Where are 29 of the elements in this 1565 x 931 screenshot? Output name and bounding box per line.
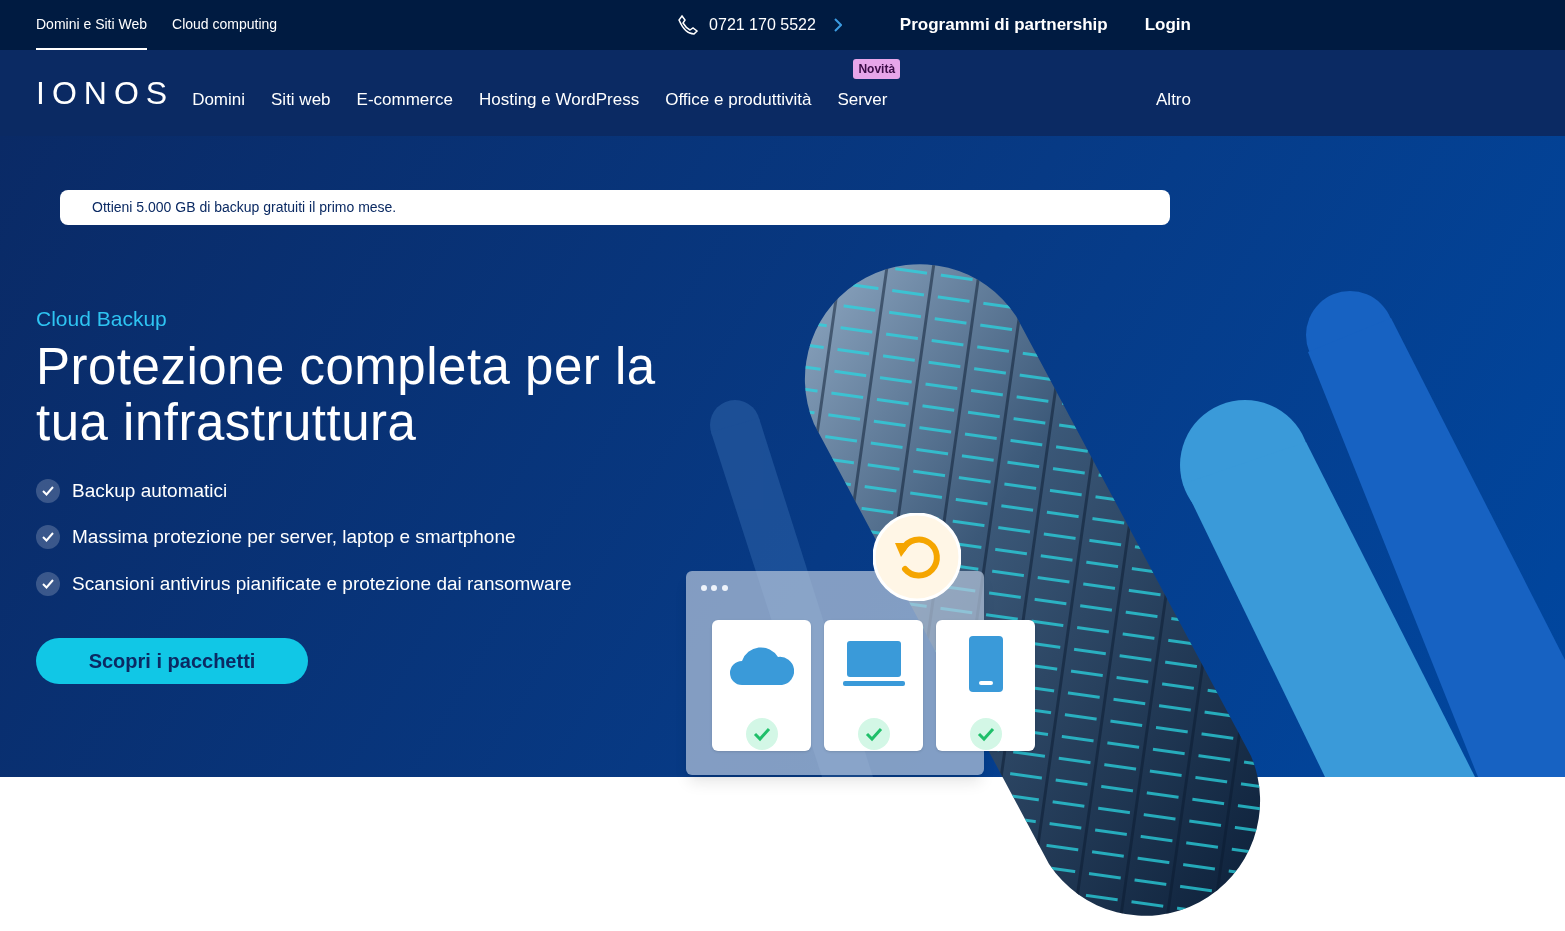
laptop-icon xyxy=(842,641,905,687)
cta-button[interactable]: Scopri i pacchetti xyxy=(36,638,308,684)
feature-text: Massima protezione per server, laptop e smartphone xyxy=(72,525,516,549)
check-icon xyxy=(36,478,60,503)
window-dots-icon xyxy=(700,584,730,592)
nav-link[interactable]: Domini xyxy=(192,90,246,110)
feature-text: Backup automatici xyxy=(72,478,228,503)
nav-link[interactable]: Office e produttività xyxy=(665,90,812,110)
phone-icon xyxy=(677,14,700,36)
chevron-right-icon[interactable] xyxy=(833,18,842,32)
eyebrow-text: Cloud Backup xyxy=(36,306,168,332)
phone-link[interactable]: 0721 170 5522 xyxy=(709,13,816,37)
nav-link[interactable]: E-commerce xyxy=(356,90,453,110)
restore-icon xyxy=(873,513,961,601)
feature-text: Scansioni antivirus pianificate e protezione dai ransomware xyxy=(72,571,572,596)
ionos-logo[interactable]: IONOS xyxy=(36,69,175,117)
hero-title: Protezione completa per la tua infrastruttura xyxy=(36,338,657,451)
new-badge: Novità xyxy=(853,59,901,80)
header-link[interactable]: Programmi di partnership xyxy=(899,12,1108,38)
nav-link[interactable]: Siti web xyxy=(271,90,331,110)
header-link[interactable]: Login xyxy=(1144,12,1191,38)
promo-banner: Ottieni 5.000 GB di backup gratuiti il primo mese. xyxy=(60,190,1170,225)
nav-link[interactable]: Server xyxy=(837,90,888,110)
check-icon xyxy=(36,525,60,550)
top-tab[interactable]: Cloud computing xyxy=(172,0,278,50)
check-icon xyxy=(36,571,60,596)
nav-link[interactable]: Altro xyxy=(1156,87,1191,113)
nav-link[interactable]: Hosting e WordPress xyxy=(478,90,640,110)
smartphone-icon xyxy=(968,636,1003,692)
